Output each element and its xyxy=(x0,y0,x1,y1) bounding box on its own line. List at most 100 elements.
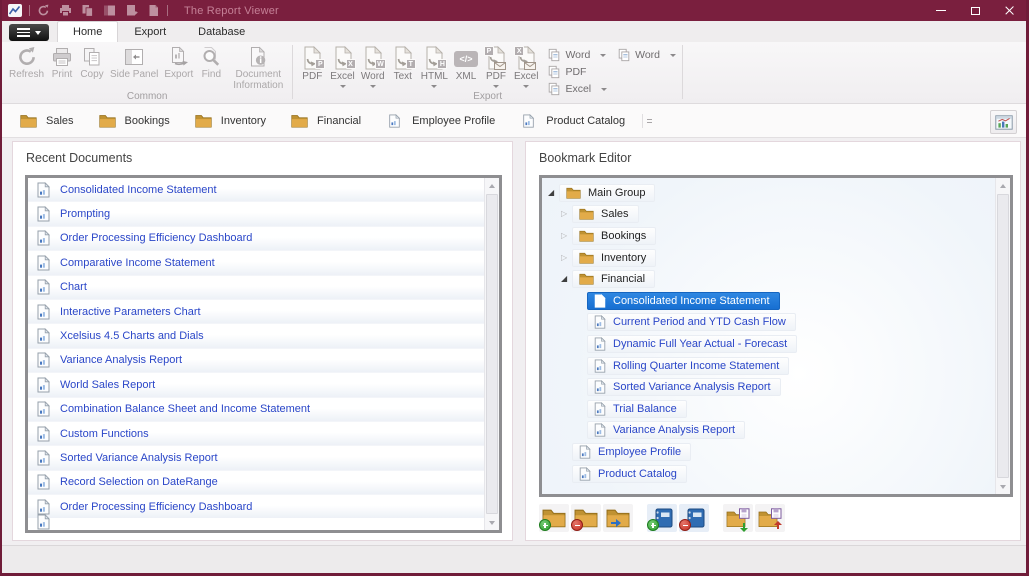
report-window-button[interactable] xyxy=(990,110,1017,134)
qat-export-icon[interactable] xyxy=(125,4,138,17)
bookmark-toolbar-add-group[interactable] xyxy=(539,504,569,532)
ribbon-button-refresh[interactable]: Refresh xyxy=(6,44,47,81)
tree-node-chip[interactable]: Current Period and YTD Cash Flow xyxy=(587,313,796,332)
tree-node-chip[interactable]: Rolling Quarter Income Statement xyxy=(587,356,790,375)
ribbon-tab[interactable]: Home xyxy=(57,21,119,42)
ribbon-tab[interactable]: Export xyxy=(118,21,182,42)
export-small-button-word-3[interactable]: Word xyxy=(617,47,677,63)
toolbar-grip[interactable] xyxy=(642,113,653,128)
recent-document-link[interactable]: Custom Functions xyxy=(28,421,484,447)
bookmark-toolbar-add-bookmark[interactable] xyxy=(647,504,677,532)
export-button-pdf-email[interactable]: P PDF xyxy=(481,44,511,88)
expander-icon[interactable] xyxy=(561,254,572,262)
recent-document-link[interactable]: Prompting xyxy=(28,202,484,227)
export-button-excel[interactable]: X Excel xyxy=(327,44,357,88)
export-button-word[interactable]: W Word xyxy=(358,44,388,88)
ribbon-button-side-panel[interactable]: Side Panel xyxy=(107,44,161,81)
export-small-button-pdf-2[interactable]: PDF xyxy=(547,64,607,80)
recent-document-link[interactable]: Order Processing Efficiency Dashboard xyxy=(28,495,484,520)
scrollbar[interactable] xyxy=(484,178,499,530)
tree-node-chip[interactable]: Inventory xyxy=(572,248,657,267)
ribbon-button-print[interactable]: Print xyxy=(47,44,77,81)
tree-node-chip[interactable]: Main Group xyxy=(559,183,656,202)
tree-node[interactable]: Employee Profile xyxy=(542,441,995,463)
expander-icon[interactable] xyxy=(561,275,572,283)
bookmark-toolbar-remove-group[interactable] xyxy=(571,504,601,532)
expander-icon[interactable] xyxy=(548,189,559,197)
export-button-excel-email[interactable]: X Excel xyxy=(511,44,541,88)
recent-document-link[interactable]: Consolidated Income Statement xyxy=(28,178,484,203)
scrollbar-thumb[interactable] xyxy=(997,194,1009,478)
tree-node[interactable]: Sales xyxy=(542,204,995,226)
tree-node-chip[interactable]: Employee Profile xyxy=(572,442,692,461)
tree-node[interactable]: Inventory xyxy=(542,247,995,269)
minimize-button[interactable] xyxy=(924,0,958,21)
tree-node[interactable]: Main Group xyxy=(542,182,995,204)
expander-icon[interactable] xyxy=(561,210,572,218)
folder-tab-product-catalog[interactable]: Product Catalog xyxy=(510,108,640,134)
ribbon-button-export[interactable]: Export xyxy=(161,44,196,81)
recent-document-link[interactable]: Order Processing Efficiency Dashboard xyxy=(28,226,484,252)
qat-copy-icon[interactable] xyxy=(81,4,94,17)
export-button-xml[interactable]: </> XML xyxy=(451,44,481,88)
recent-document-link[interactable]: World Sales Report xyxy=(28,373,484,398)
bookmark-toolbar-import-bookmarks[interactable] xyxy=(723,504,753,532)
tree-node-chip[interactable]: Dynamic Full Year Actual - Forecast xyxy=(587,334,798,353)
folder-tab-bookings[interactable]: Bookings xyxy=(89,108,185,134)
recent-document-link[interactable]: Comparative Income Statement xyxy=(28,251,484,276)
tree-node[interactable]: Product Catalog xyxy=(542,463,995,485)
maximize-button[interactable] xyxy=(958,0,992,21)
export-button-html[interactable]: H HTML xyxy=(418,44,451,88)
qat-print-icon[interactable] xyxy=(59,4,72,17)
tree-node[interactable]: Current Period and YTD Cash Flow xyxy=(542,312,995,334)
tree-node-chip[interactable]: Variance Analysis Report xyxy=(587,421,746,440)
export-button-pdf[interactable]: P PDF xyxy=(297,44,327,88)
app-icon[interactable] xyxy=(8,4,22,17)
tree-node-chip[interactable]: Bookings xyxy=(572,226,657,245)
scroll-up-icon[interactable] xyxy=(996,178,1010,193)
recent-document-link[interactable]: Combination Balance Sheet and Income Sta… xyxy=(28,397,484,422)
tree-node[interactable]: Rolling Quarter Income Statement xyxy=(542,355,995,377)
recent-document-link[interactable]: Sorted Variance Analysis Report xyxy=(28,446,484,471)
folder-tab-inventory[interactable]: Inventory xyxy=(185,108,281,134)
scroll-up-icon[interactable] xyxy=(485,178,499,193)
tree-node-chip[interactable]: Consolidated Income Statement xyxy=(587,291,780,310)
folder-tab-employee-profile[interactable]: Employee Profile xyxy=(376,108,510,134)
scroll-down-icon[interactable] xyxy=(485,515,499,530)
tree-node[interactable]: Bookings xyxy=(542,225,995,247)
scrollbar-thumb[interactable] xyxy=(486,194,498,514)
tree-node[interactable]: Variance Analysis Report xyxy=(542,420,995,442)
qat-side-panel-icon[interactable] xyxy=(103,4,116,17)
tree-node-chip[interactable]: Trial Balance xyxy=(587,399,687,418)
tree-node[interactable]: Consolidated Income Statement xyxy=(542,290,995,312)
bookmark-toolbar-export-bookmarks[interactable] xyxy=(755,504,785,532)
recent-document-link[interactable]: Record Selection on DateRange xyxy=(28,470,484,496)
ribbon-button-document-information[interactable]: Document Information xyxy=(226,44,290,91)
tree-node[interactable]: Sorted Variance Analysis Report xyxy=(542,376,995,398)
folder-tab-sales[interactable]: Sales xyxy=(10,108,89,134)
close-button[interactable] xyxy=(992,0,1026,21)
bookmark-toolbar-move-group[interactable] xyxy=(603,504,633,532)
tree-node-chip[interactable]: Product Catalog xyxy=(572,464,687,483)
recent-document-link[interactable]: Chart xyxy=(28,275,484,300)
qat-document-icon[interactable] xyxy=(147,4,160,17)
tree-node-chip[interactable]: Financial xyxy=(572,270,656,289)
ribbon-button-copy[interactable]: Copy xyxy=(77,44,107,81)
ribbon-tab[interactable]: Database xyxy=(182,21,261,42)
export-small-button-word-2[interactable]: Word xyxy=(547,47,607,63)
recent-document-link-partial[interactable] xyxy=(28,518,484,530)
export-button-text[interactable]: T Text xyxy=(388,44,418,88)
scroll-down-icon[interactable] xyxy=(996,479,1010,494)
tree-node-chip[interactable]: Sorted Variance Analysis Report xyxy=(587,378,781,397)
recent-document-link[interactable]: Variance Analysis Report xyxy=(28,348,484,374)
tree-node[interactable]: Dynamic Full Year Actual - Forecast xyxy=(542,333,995,355)
tree-node[interactable]: Financial xyxy=(542,268,995,290)
bookmark-toolbar-remove-bookmark[interactable] xyxy=(679,504,709,532)
application-menu-button[interactable] xyxy=(9,24,49,41)
ribbon-button-find[interactable]: Find xyxy=(196,44,226,81)
expander-icon[interactable] xyxy=(561,232,572,240)
recent-document-link[interactable]: Interactive Parameters Chart xyxy=(28,299,484,325)
tree-node-chip[interactable]: Sales xyxy=(572,205,639,224)
recent-document-link[interactable]: Xcelsius 4.5 Charts and Dials xyxy=(28,324,484,349)
scrollbar[interactable] xyxy=(995,178,1010,494)
